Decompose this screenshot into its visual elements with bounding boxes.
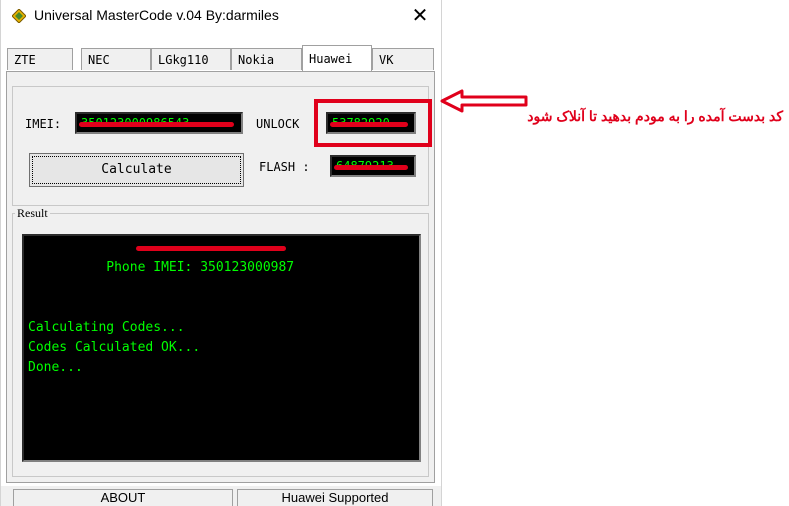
console-line: Done...	[28, 360, 83, 375]
console-line: Codes Calculated OK...	[28, 340, 201, 355]
unlock-label: UNLOCK	[256, 117, 300, 131]
calculate-button[interactable]: Calculate	[29, 153, 244, 187]
console-line: Phone IMEI: 350123000987	[28, 238, 415, 318]
console-line-text: Phone IMEI: 350123000987	[106, 260, 295, 275]
result-group: Result Phone IMEI: 350123000987 Calculat…	[12, 206, 429, 477]
app-window: Universal MasterCode v.04 By:darmiles ✕ …	[0, 0, 442, 506]
close-button[interactable]: ✕	[405, 2, 435, 30]
annotation-text: کد بدست آمده را به مودم بدهید تا آنلاک ش…	[527, 108, 783, 124]
about-panel[interactable]: ABOUT	[13, 489, 233, 506]
redaction-scribble	[136, 246, 286, 251]
console-line: Calculating Codes...	[28, 320, 185, 335]
tab-huawei[interactable]: Huawei	[302, 45, 372, 71]
flash-code-field[interactable]: 64879213	[330, 155, 416, 177]
tab-nec[interactable]: NEC	[81, 48, 151, 70]
redaction-scribble	[79, 122, 234, 127]
supported-status: Huawei Supported	[237, 489, 433, 506]
result-console[interactable]: Phone IMEI: 350123000987 Calculating Cod…	[22, 234, 421, 462]
flash-label: FLASH :	[259, 160, 310, 174]
tab-zte[interactable]: ZTE	[7, 48, 73, 70]
highlight-box	[314, 99, 432, 147]
status-bar: ABOUT Huawei Supported	[1, 486, 441, 506]
tab-vk[interactable]: VK	[372, 48, 434, 70]
imei-label: IMEI:	[25, 117, 62, 131]
window-title: Universal MasterCode v.04 By:darmiles	[34, 7, 279, 23]
title-bar: Universal MasterCode v.04 By:darmiles ✕	[1, 0, 441, 32]
redaction-scribble	[334, 165, 408, 170]
app-diamond-icon	[12, 9, 26, 23]
tab-lgkg110[interactable]: LGkg110	[151, 48, 231, 70]
tab-nokia[interactable]: Nokia	[231, 48, 302, 70]
imei-field[interactable]: 350123000986543	[75, 112, 243, 134]
result-legend: Result	[15, 206, 50, 221]
